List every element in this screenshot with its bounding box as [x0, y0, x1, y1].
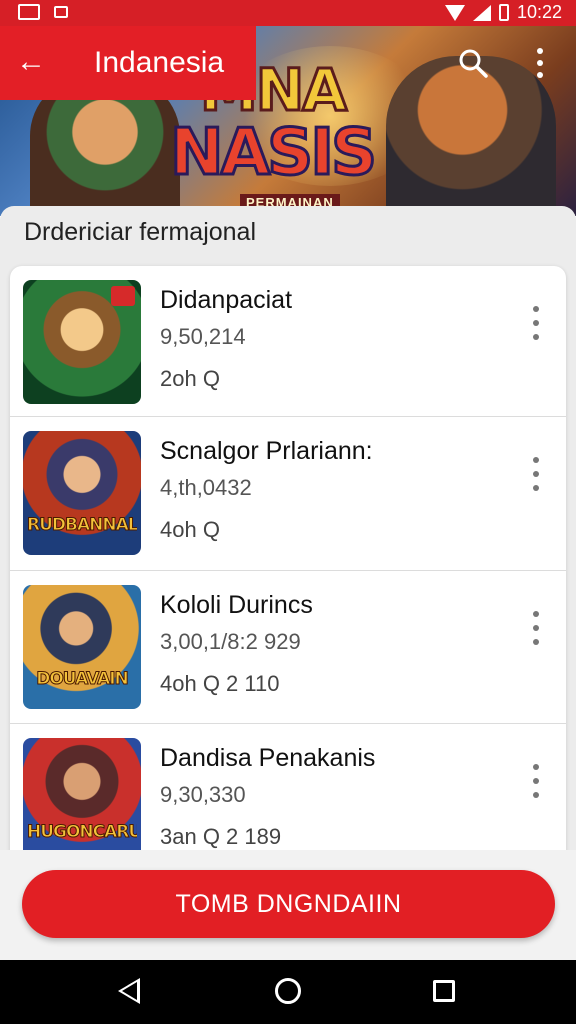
game-thumbnail[interactable]: DOUAVAIN [23, 585, 141, 709]
item-menu-icon[interactable] [528, 457, 544, 491]
game-meta: 3an Q 2 189 [160, 824, 282, 849]
list-item[interactable]: DOUAVAIN Kololi Durincs 3,00,1/8:2 929 4… [10, 570, 566, 723]
game-meta: 4oh Q [160, 517, 220, 542]
system-nav-bar [0, 960, 576, 1024]
section-title: Drdericiar fermajonal [24, 218, 257, 246]
signal-icon [472, 4, 491, 21]
thumbnail-label: DOUAVAIN [36, 669, 130, 690]
game-thumbnail[interactable] [23, 280, 141, 404]
wifi-icon [444, 4, 465, 21]
thumbnail-label: RUDBANNAL [27, 515, 137, 536]
item-menu-icon[interactable] [528, 611, 544, 645]
game-name: Didanpaciat [160, 286, 293, 314]
overflow-menu-icon[interactable] [531, 48, 549, 78]
game-count: 9,50,214 [160, 324, 246, 349]
game-name: Kololi Durincs [160, 591, 313, 619]
battery-icon [498, 4, 509, 21]
list-item[interactable]: HUGONCARUIS Dandisa Penakanis 9,30,330 3… [10, 723, 566, 856]
list-item[interactable]: Didanpaciat 9,50,214 2oh Q [10, 266, 566, 419]
game-name: Scnalgor Prlariann: [160, 437, 373, 465]
item-menu-icon[interactable] [528, 764, 544, 798]
nav-recents-icon[interactable] [433, 980, 455, 1002]
game-meta: 4oh Q 2 110 [160, 671, 280, 696]
status-time: 10:22 [516, 2, 562, 22]
search-icon[interactable] [458, 48, 488, 78]
page-title: Indanesia [94, 46, 225, 79]
list-item[interactable]: RUDBANNAL Scnalgor Prlariann: 4,th,0432 … [10, 416, 566, 569]
nav-back-icon[interactable] [118, 978, 140, 1004]
badge-icon [111, 286, 135, 306]
thumbnail-label: HUGONCARUIS [27, 822, 137, 843]
game-name: Dandisa Penakanis [160, 744, 376, 772]
game-count: 4,th,0432 [160, 475, 252, 500]
sim-icon [54, 6, 68, 18]
game-thumbnail[interactable]: HUGONCARUIS [23, 738, 141, 856]
thumbnail-label [27, 360, 137, 388]
nav-home-icon[interactable] [275, 978, 301, 1004]
notification-icon [18, 4, 40, 20]
game-meta: 2oh Q [160, 366, 220, 391]
game-count: 9,30,330 [160, 782, 246, 807]
banner-character-right [386, 56, 556, 216]
download-button[interactable]: TOMB DNGNDAIIN [22, 870, 555, 938]
game-count: 3,00,1/8:2 929 [160, 629, 301, 654]
item-menu-icon[interactable] [528, 306, 544, 340]
game-thumbnail[interactable]: RUDBANNAL [23, 431, 141, 555]
game-list: Didanpaciat 9,50,214 2oh Q RUDBANNAL Scn… [10, 266, 566, 856]
status-bar: 10:22 [0, 0, 576, 26]
back-arrow-icon[interactable]: ← [14, 46, 48, 80]
logo-line-2: NASIS [168, 115, 378, 192]
app-bar: ← Indanesia [0, 26, 256, 100]
